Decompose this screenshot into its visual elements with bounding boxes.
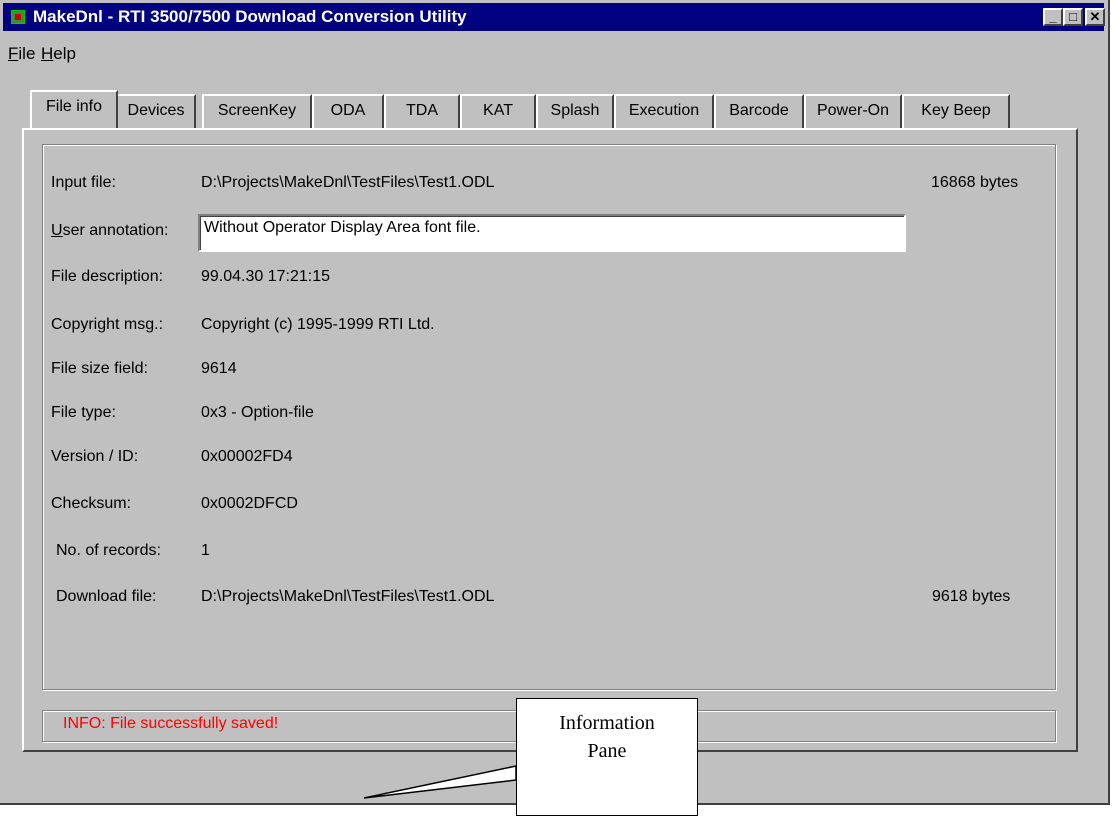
callout-pointer xyxy=(363,765,517,799)
callout-line-1: Information xyxy=(559,712,655,734)
information-pane-callout: Information Pane xyxy=(516,698,698,816)
callout-line-2: Pane xyxy=(587,740,627,762)
tab-file-info[interactable]: File info xyxy=(30,90,118,128)
